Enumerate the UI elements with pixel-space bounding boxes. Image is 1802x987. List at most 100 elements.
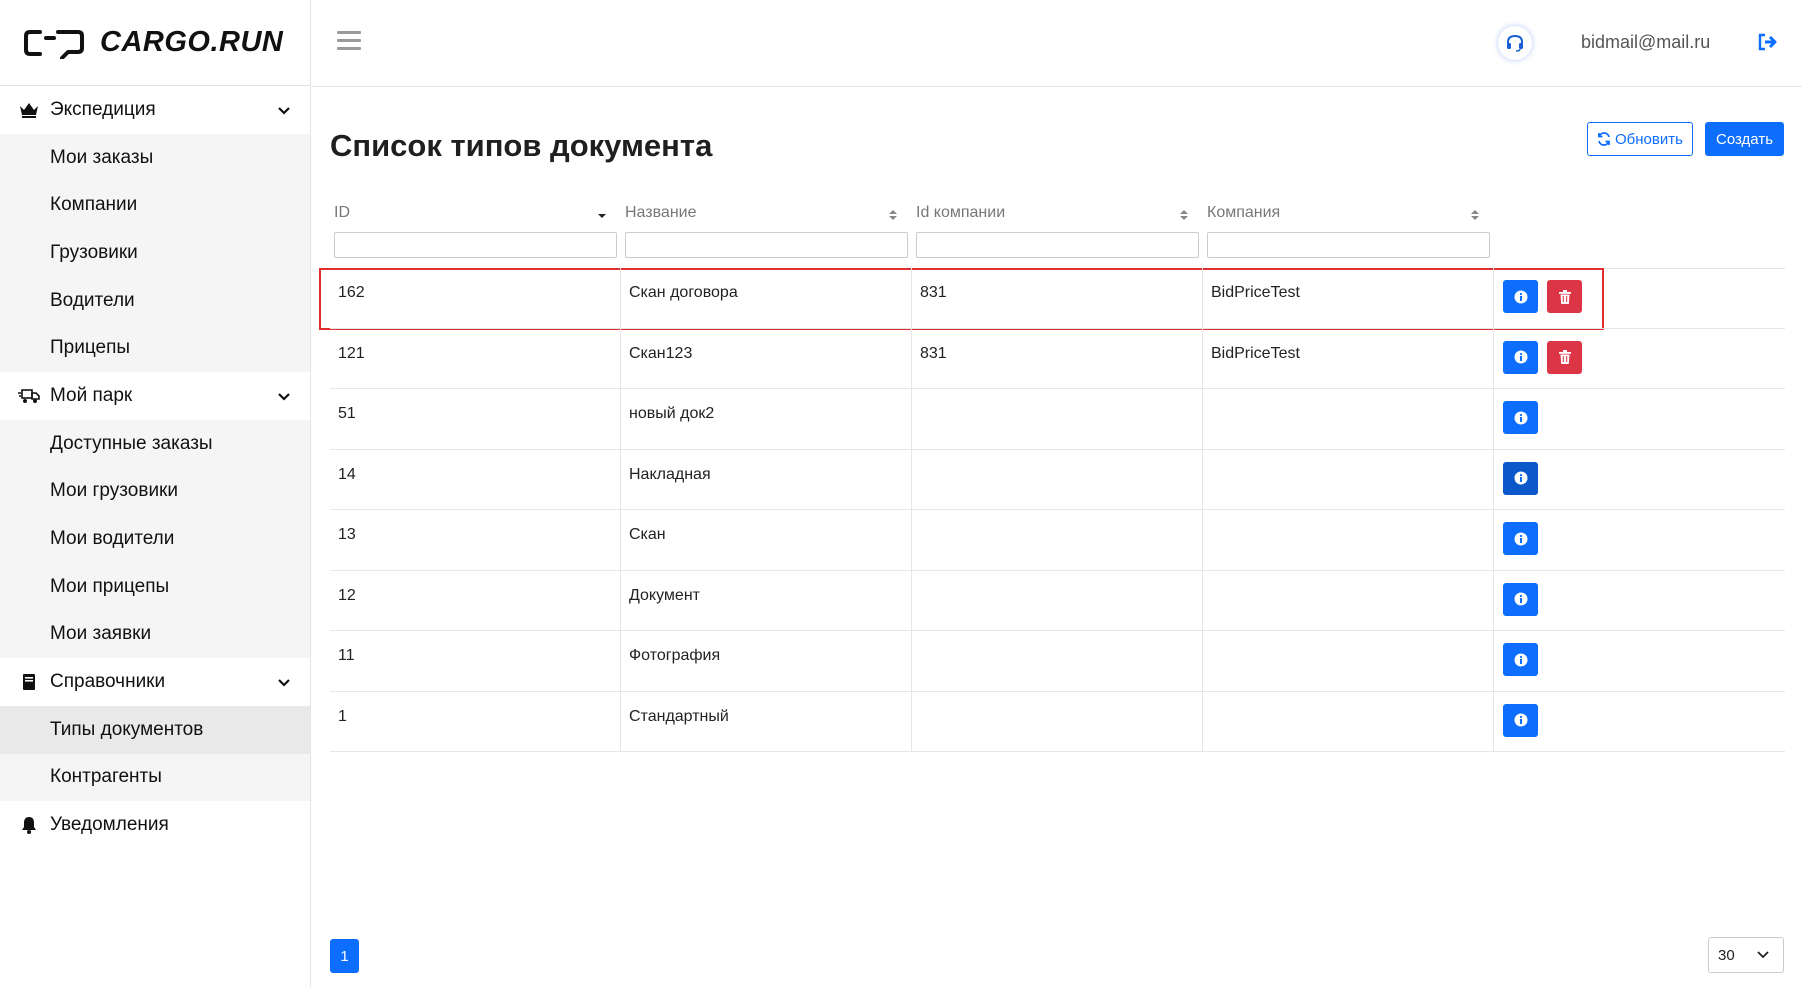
sidebar-group-my-park[interactable]: Мой парк xyxy=(0,372,310,420)
info-icon xyxy=(1514,713,1528,727)
cell-company-id xyxy=(912,631,1203,691)
logo[interactable]: CARGO.RUN xyxy=(0,0,310,86)
sort-icon[interactable] xyxy=(1179,208,1189,222)
info-button[interactable] xyxy=(1503,703,1538,737)
cell-name: Скан договора xyxy=(621,268,912,328)
sidebar-item-available-orders[interactable]: Доступные заказы xyxy=(0,420,310,468)
cell-id: 121 xyxy=(330,328,621,388)
sidebar-item-companies[interactable]: Компании xyxy=(0,182,310,230)
sidebar-item-my-orders[interactable]: Мои заказы xyxy=(0,134,310,182)
cell-id: 162 xyxy=(330,268,621,328)
sidebar-item-my-trucks[interactable]: Мои грузовики xyxy=(0,468,310,516)
cell-company xyxy=(1203,449,1494,509)
menu-toggle-icon[interactable] xyxy=(337,31,361,51)
page-button-current[interactable]: 1 xyxy=(330,939,359,973)
top-bar: bidmail@mail.ru xyxy=(312,0,1802,87)
cell-company-id xyxy=(912,389,1203,449)
cell-name: Скан123 xyxy=(621,328,912,388)
filter-company-input[interactable] xyxy=(1207,232,1490,258)
sidebar-item-counterparties[interactable]: Контрагенты xyxy=(0,754,310,802)
table-row: 51 новый док2 xyxy=(330,389,1785,450)
sidebar-item-my-trailers[interactable]: Мои прицепы xyxy=(0,563,310,611)
info-icon xyxy=(1514,653,1528,667)
refresh-button[interactable]: Обновить xyxy=(1587,122,1693,156)
info-button[interactable] xyxy=(1503,401,1538,434)
table-row: 14 Накладная xyxy=(330,449,1785,510)
cell-company xyxy=(1203,389,1494,449)
sidebar-group-expedition[interactable]: Экспедиция xyxy=(0,86,310,134)
table-row: 162 Скан договора 831 BidPriceTest xyxy=(330,268,1785,329)
logout-icon[interactable] xyxy=(1757,32,1779,52)
table-header: ID Название Id компании Компания xyxy=(330,194,1785,260)
sort-icon[interactable] xyxy=(888,208,898,222)
sidebar-item-drivers[interactable]: Водители xyxy=(0,277,310,325)
info-icon xyxy=(1514,471,1528,485)
chevron-down-icon xyxy=(278,679,290,687)
sort-desc-icon[interactable] xyxy=(597,208,607,222)
sidebar-group-references[interactable]: Справочники xyxy=(0,658,310,706)
column-header-company: Компания xyxy=(1203,194,1490,260)
sidebar-menu: Экспедиция Мои заказы Компании Грузовики… xyxy=(0,86,310,849)
info-button[interactable] xyxy=(1503,340,1538,374)
info-icon xyxy=(1514,411,1528,425)
cell-company xyxy=(1203,631,1494,691)
cell-company xyxy=(1203,510,1494,570)
sidebar-group-notifications[interactable]: Уведомления xyxy=(0,801,310,849)
support-icon[interactable] xyxy=(1498,26,1532,60)
logo-mark-icon xyxy=(24,29,84,59)
document-types-table: ID Название Id компании Компания 162 Ска… xyxy=(319,194,1785,752)
cell-id: 14 xyxy=(330,449,621,509)
cell-name: Стандартный xyxy=(621,691,912,751)
cell-actions xyxy=(1494,389,1785,449)
cell-id: 1 xyxy=(330,691,621,751)
info-icon xyxy=(1514,350,1528,364)
info-button[interactable] xyxy=(1503,643,1538,676)
sidebar-item-my-requests[interactable]: Мои заявки xyxy=(0,610,310,658)
cell-actions xyxy=(1494,631,1785,691)
chevron-down-icon xyxy=(278,107,290,115)
table-row: 13 Скан xyxy=(330,510,1785,571)
info-button[interactable] xyxy=(1503,522,1538,555)
cell-id: 51 xyxy=(330,389,621,449)
cell-actions xyxy=(1494,510,1785,570)
delete-button[interactable] xyxy=(1547,280,1582,313)
info-button[interactable] xyxy=(1503,582,1538,616)
filter-id-input[interactable] xyxy=(334,232,617,258)
cell-id: 11 xyxy=(330,631,621,691)
chevron-down-icon xyxy=(1757,951,1769,959)
info-icon xyxy=(1514,532,1528,546)
cell-actions xyxy=(1494,329,1785,389)
bell-icon xyxy=(18,814,40,836)
cell-company-id: 831 xyxy=(912,328,1203,388)
sidebar-item-my-drivers[interactable]: Мои водители xyxy=(0,515,310,563)
info-button[interactable] xyxy=(1503,461,1538,495)
page-size-select[interactable]: 30 xyxy=(1708,937,1784,973)
brand-name: CARGO.RUN xyxy=(100,26,284,58)
refresh-icon xyxy=(1598,132,1610,146)
cell-company xyxy=(1203,570,1494,630)
filter-name-input[interactable] xyxy=(625,232,908,258)
cell-name: новый док2 xyxy=(621,389,912,449)
filter-company-id-input[interactable] xyxy=(916,232,1199,258)
chevron-down-icon xyxy=(278,393,290,401)
crown-icon xyxy=(18,99,40,121)
create-button[interactable]: Создать xyxy=(1705,122,1785,156)
trash-icon xyxy=(1558,289,1571,304)
main-content: Список типов документа Обновить Создать … xyxy=(312,88,1802,987)
table-row: 1 Стандартный xyxy=(330,691,1785,752)
info-button[interactable] xyxy=(1503,280,1538,313)
cell-company-id xyxy=(912,510,1203,570)
cell-company-id xyxy=(912,570,1203,630)
table-row: 11 Фотография xyxy=(330,631,1785,692)
table-row: 12 Документ xyxy=(330,570,1785,631)
cell-name: Фотография xyxy=(621,631,912,691)
cell-name: Скан xyxy=(621,510,912,570)
cell-actions xyxy=(1494,268,1785,328)
sidebar-item-document-types[interactable]: Типы документов xyxy=(0,705,310,754)
sidebar-item-trucks[interactable]: Грузовики xyxy=(0,229,310,277)
sidebar-item-trailers[interactable]: Прицепы xyxy=(0,324,310,372)
column-header-id: ID xyxy=(330,194,617,260)
info-icon xyxy=(1514,290,1528,304)
delete-button[interactable] xyxy=(1547,340,1582,374)
sort-icon[interactable] xyxy=(1470,208,1480,222)
